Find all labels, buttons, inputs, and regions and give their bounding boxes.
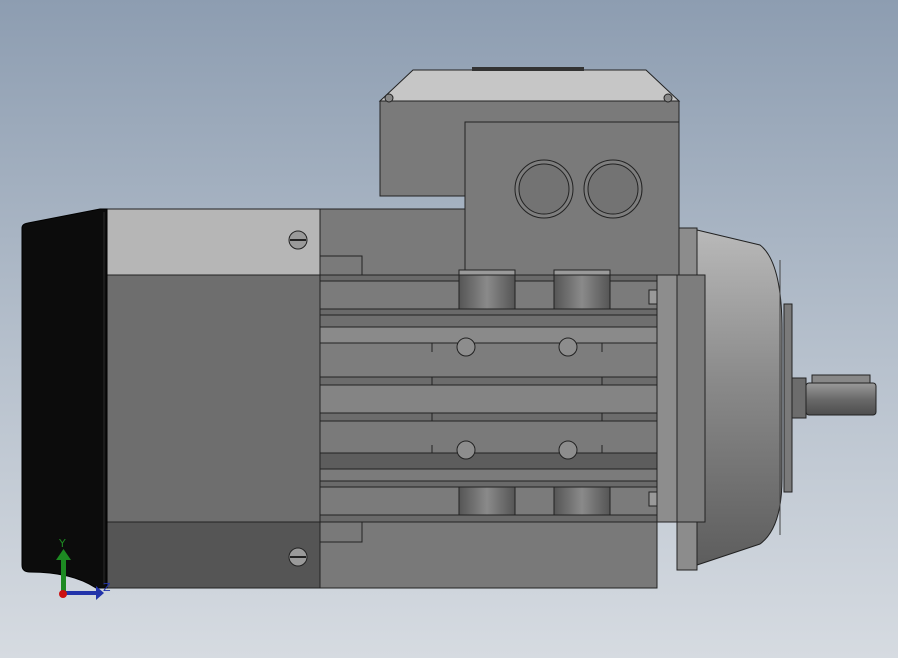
stator-housing — [106, 274, 321, 523]
screw-bottom — [288, 547, 308, 567]
y-axis-label: Y — [59, 537, 66, 550]
cable-gland-left — [514, 159, 574, 219]
cooling-fins — [319, 274, 658, 523]
z-axis-label: Z — [103, 581, 111, 594]
cable-gland-right — [583, 159, 643, 219]
screw-top — [288, 230, 308, 250]
shaft — [791, 374, 877, 419]
lower-housing-panel — [106, 521, 321, 589]
lower-housing-body — [319, 521, 658, 589]
cad-viewport[interactable]: Y Z — [0, 0, 898, 658]
fan-cover — [21, 208, 108, 589]
upper-housing-body — [319, 208, 466, 276]
upper-housing-panel — [106, 208, 321, 276]
motor-model[interactable] — [0, 0, 898, 658]
